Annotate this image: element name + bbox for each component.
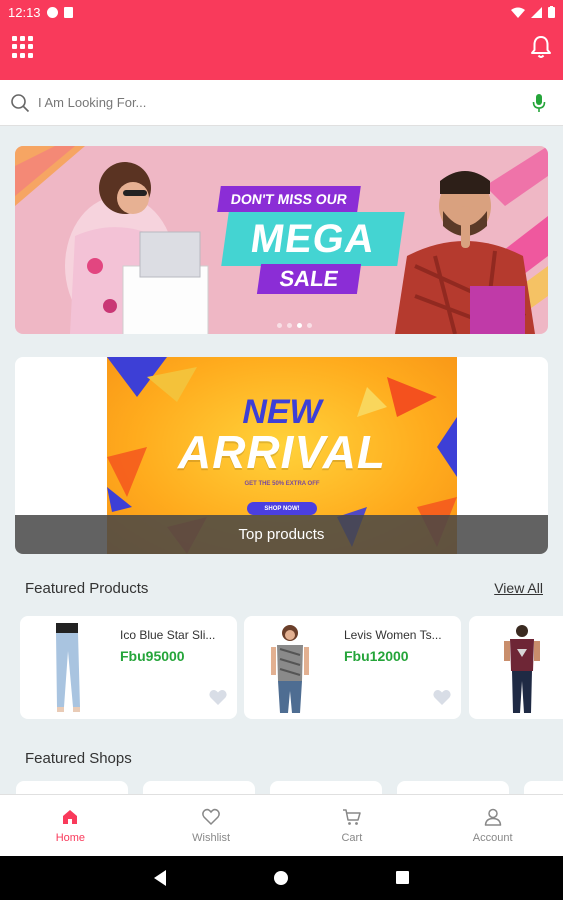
- product-price: Fbu95000: [120, 648, 185, 664]
- search-icon: [11, 93, 30, 112]
- account-icon: [484, 808, 501, 826]
- nav-home[interactable]: Home: [0, 795, 141, 856]
- menu-grid-icon[interactable]: [12, 36, 34, 58]
- sale-line-2: MEGA: [221, 212, 405, 266]
- shop-now-button: SHOP NOW!: [247, 502, 317, 515]
- heart-icon: [202, 808, 220, 826]
- nav-cart-label: Cart: [341, 832, 363, 844]
- top-products-label: Top products: [15, 515, 548, 554]
- wishlist-heart-icon[interactable]: [209, 689, 227, 705]
- product-card[interactable]: Levis Women Ts... Fbu12000: [244, 616, 461, 719]
- cart-icon: [342, 809, 361, 825]
- wifi-icon: [511, 7, 525, 18]
- product-card[interactable]: [469, 616, 563, 719]
- status-bar: 12:13: [0, 0, 563, 24]
- sim-icon: [63, 6, 73, 18]
- view-all-link[interactable]: View All: [494, 580, 543, 596]
- nav-wishlist[interactable]: Wishlist: [141, 795, 282, 856]
- home-icon: [63, 810, 78, 824]
- sale-line-3: SALE: [256, 264, 362, 294]
- shop-card[interactable]: [16, 781, 128, 795]
- carousel-dots[interactable]: [277, 323, 312, 328]
- carousel-dot[interactable]: [277, 323, 282, 328]
- carousel-dot[interactable]: [287, 323, 292, 328]
- bell-icon[interactable]: [529, 34, 553, 60]
- nav-account-label: Account: [472, 832, 513, 844]
- recents-icon[interactable]: [396, 871, 409, 884]
- arrival-line-2: ARRIVAL: [177, 426, 387, 478]
- featured-shops-title: Featured Shops: [25, 750, 132, 767]
- mic-icon[interactable]: [531, 93, 547, 113]
- home-circle-icon[interactable]: [274, 871, 288, 885]
- product-name: Ico Blue Star Sli...: [120, 628, 216, 642]
- product-price: Fbu12000: [344, 648, 409, 664]
- shop-card[interactable]: [397, 781, 509, 795]
- app-bar: [0, 24, 563, 80]
- featured-shops-list: [16, 781, 563, 795]
- top-products-card[interactable]: NEW ARRIVAL GET THE 50% EXTRA OFF SHOP N…: [15, 357, 548, 554]
- featured-products-list: Ico Blue Star Sli... Fbu95000 Levis Wome…: [20, 616, 563, 720]
- shop-card[interactable]: [270, 781, 382, 795]
- carousel-dot-active[interactable]: [297, 323, 302, 328]
- sale-headline: DON'T MISS OUR MEGA SALE: [217, 186, 409, 296]
- product-name: Levis Women Ts...: [344, 628, 442, 642]
- product-image-jeans: [28, 621, 103, 715]
- nav-cart[interactable]: Cart: [282, 795, 423, 856]
- battery-icon: [548, 6, 555, 18]
- featured-products-title: Featured Products: [25, 580, 149, 597]
- carousel-dot[interactable]: [307, 323, 312, 328]
- back-icon[interactable]: [154, 870, 166, 886]
- nav-wishlist-label: Wishlist: [192, 832, 231, 844]
- search-bar: [0, 80, 563, 126]
- shop-card[interactable]: [524, 781, 563, 795]
- signal-icon: [531, 6, 542, 18]
- sale-line-1: DON'T MISS OUR: [217, 186, 361, 212]
- bottom-navigation: Home Wishlist Cart Account: [0, 794, 563, 856]
- product-card[interactable]: Ico Blue Star Sli... Fbu95000: [20, 616, 237, 719]
- product-image-mens-tshirt: [477, 621, 552, 715]
- search-input[interactable]: [38, 95, 508, 110]
- arrival-subtitle: GET THE 50% EXTRA OFF: [244, 481, 320, 487]
- product-image-tshirt: [252, 621, 327, 715]
- nav-account[interactable]: Account: [422, 795, 563, 856]
- promo-banner[interactable]: DON'T MISS OUR MEGA SALE: [15, 146, 548, 334]
- status-time: 12:13: [8, 4, 41, 20]
- system-navigation-bar: [0, 856, 563, 900]
- wishlist-heart-icon[interactable]: [433, 689, 451, 705]
- notification-icon: [46, 6, 58, 18]
- shop-card[interactable]: [143, 781, 255, 795]
- nav-home-label: Home: [55, 832, 86, 844]
